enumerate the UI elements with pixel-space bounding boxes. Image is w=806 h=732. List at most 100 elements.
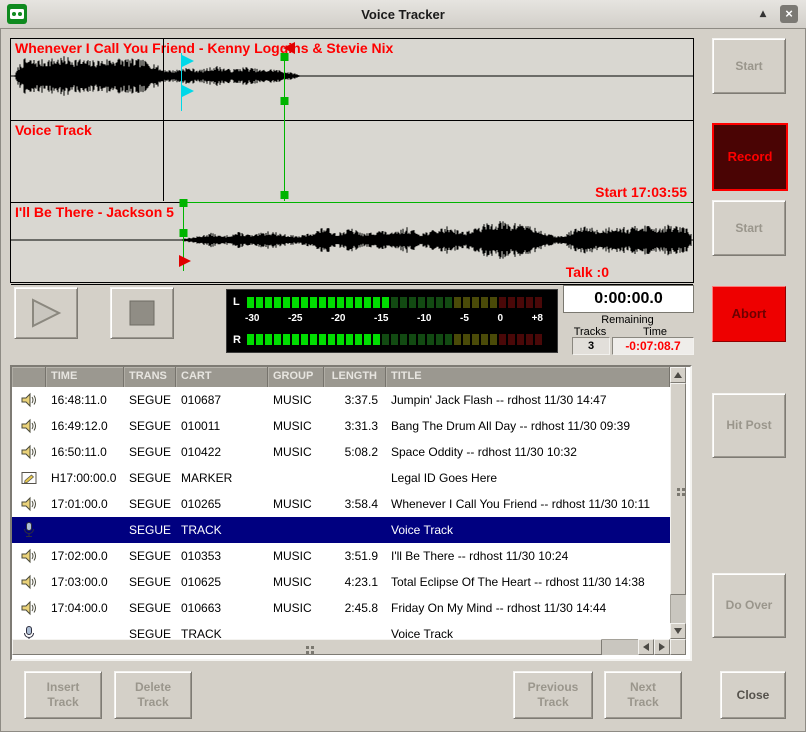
app-icon: [7, 4, 27, 24]
cell-time: 17:02:00.0: [46, 549, 124, 563]
horizontal-scroll-thumb[interactable]: [12, 639, 602, 655]
previous-track-button[interactable]: Previous Track: [513, 671, 593, 719]
cell-trans: SEGUE: [124, 445, 176, 459]
meter-scale-tick: +8: [532, 313, 543, 324]
cell-cart: 010663: [176, 601, 268, 615]
close-window-button[interactable]: ×: [780, 5, 798, 23]
hit-post-button[interactable]: Hit Post: [712, 393, 786, 458]
table-row[interactable]: H17:00:00.0SEGUEMARKERLegal ID Goes Here: [12, 465, 670, 491]
waveform-track-1[interactable]: Whenever I Call You Friend - Kenny Loggi…: [11, 39, 693, 121]
table-row[interactable]: SEGUETRACKVoice Track: [12, 517, 670, 543]
speaker-icon: [12, 417, 46, 435]
vertical-scrollbar[interactable]: [670, 367, 686, 639]
mic-icon: [12, 521, 46, 539]
do-over-button[interactable]: Do Over: [712, 573, 786, 638]
meter-scale: -30-25-20-15-10-50+8: [245, 313, 543, 324]
remaining-tracks-value: 3: [572, 337, 610, 355]
cell-cart: 010422: [176, 445, 268, 459]
cell-cart: 010265: [176, 497, 268, 511]
horizontal-scrollbar[interactable]: [12, 639, 686, 655]
scroll-left-button[interactable]: [638, 639, 654, 655]
table-row[interactable]: 17:04:00.0SEGUE010663MUSIC2:45.8Friday O…: [12, 595, 670, 621]
insert-track-button[interactable]: Insert Track: [24, 671, 102, 719]
speaker-icon: [12, 573, 46, 591]
cell-cart: 010353: [176, 549, 268, 563]
scroll-up-button[interactable]: [670, 367, 686, 383]
table-row[interactable]: 17:03:00.0SEGUE010625MUSIC4:23.1Total Ec…: [12, 569, 670, 595]
cell-title: Voice Track: [386, 627, 670, 639]
cell-trans: SEGUE: [124, 601, 176, 615]
cell-trans: SEGUE: [124, 627, 176, 639]
window-title: Voice Tracker: [0, 7, 806, 22]
table-row[interactable]: SEGUETRACKVoice Track: [12, 621, 670, 639]
cell-title: I'll Be There -- rdhost 11/30 10:24: [386, 549, 670, 563]
cell-title: Total Eclipse Of The Heart -- rdhost 11/…: [386, 575, 670, 589]
table-row[interactable]: 16:48:11.0SEGUE010687MUSIC3:37.5Jumpin' …: [12, 387, 670, 413]
close-button[interactable]: Close: [720, 671, 786, 719]
play-icon: [29, 298, 63, 328]
header-group[interactable]: GROUP: [268, 367, 324, 387]
next-track-button[interactable]: Next Track: [604, 671, 682, 719]
log-table[interactable]: TIMETRANSCARTGROUPLENGTHTITLE 16:48:11.0…: [10, 365, 692, 661]
stop-icon: [129, 300, 155, 326]
cell-group: MUSIC: [268, 549, 324, 563]
cell-group: MUSIC: [268, 393, 324, 407]
table-row[interactable]: 17:01:00.0SEGUE010265MUSIC3:58.4Whenever…: [12, 491, 670, 517]
meter-scale-tick: -10: [417, 313, 431, 324]
speaker-icon: [12, 391, 46, 409]
table-row[interactable]: 17:02:00.0SEGUE010353MUSIC3:51.9I'll Be …: [12, 543, 670, 569]
scrollbar-corner: [670, 639, 686, 655]
scroll-down-button[interactable]: [670, 623, 686, 639]
table-header[interactable]: TIMETRANSCARTGROUPLENGTHTITLE: [12, 367, 670, 387]
waveform-track-2[interactable]: Voice Track Start 17:03:55: [11, 121, 693, 203]
table-row[interactable]: 16:49:12.0SEGUE010011MUSIC3:31.3Bang The…: [12, 413, 670, 439]
cell-length: 5:08.2: [324, 445, 386, 459]
meter-left-bar: [247, 297, 542, 308]
header-title[interactable]: TITLE: [386, 367, 670, 387]
stop-button[interactable]: [110, 287, 174, 339]
remaining-title: Remaining: [563, 314, 692, 326]
header-length[interactable]: LENGTH: [324, 367, 386, 387]
vertical-scroll-thumb[interactable]: [670, 383, 686, 595]
audio-meter: L R -30-25-20-15-10-50+8: [226, 289, 558, 353]
record-button[interactable]: Record: [712, 123, 788, 191]
thumb-grip: [306, 646, 309, 649]
cell-trans: SEGUE: [124, 393, 176, 407]
elapsed-time-display: 0:00:00.0: [563, 285, 694, 313]
header-cart[interactable]: CART: [176, 367, 268, 387]
speaker-icon: [12, 495, 46, 513]
cell-length: 4:23.1: [324, 575, 386, 589]
mic-icon: [12, 625, 46, 639]
delete-track-button[interactable]: Delete Track: [114, 671, 192, 719]
cell-group: MUSIC: [268, 575, 324, 589]
play-button[interactable]: [14, 287, 78, 339]
meter-right-label: R: [233, 334, 241, 346]
cell-length: 3:51.9: [324, 549, 386, 563]
cell-trans: SEGUE: [124, 471, 176, 485]
scroll-right-button[interactable]: [654, 639, 670, 655]
waveform-panel[interactable]: Whenever I Call You Friend - Kenny Loggi…: [10, 38, 694, 283]
thumb-grip: [677, 488, 680, 491]
shade-window-button[interactable]: ▴: [754, 5, 772, 23]
cell-cart: 010687: [176, 393, 268, 407]
cell-title: Friday On My Mind -- rdhost 11/30 14:44: [386, 601, 670, 615]
titlebar[interactable]: Voice Tracker ▴ ×: [0, 0, 806, 29]
table-row[interactable]: 16:50:11.0SEGUE010422MUSIC5:08.2Space Od…: [12, 439, 670, 465]
cell-trans: SEGUE: [124, 575, 176, 589]
header-trans[interactable]: TRANS: [124, 367, 176, 387]
header-time[interactable]: TIME: [46, 367, 124, 387]
abort-button[interactable]: Abort: [712, 286, 786, 342]
track-3-title: I'll Be There - Jackson 5: [15, 204, 174, 220]
speaker-icon: [12, 443, 46, 461]
cell-cart: MARKER: [176, 471, 268, 485]
cell-group: MUSIC: [268, 419, 324, 433]
header-icon-column[interactable]: [12, 367, 46, 387]
cell-cart: TRACK: [176, 523, 268, 537]
waveform-track-3[interactable]: I'll Be There - Jackson 5 Talk :0: [11, 203, 693, 285]
start-track3-button[interactable]: Start: [712, 200, 786, 256]
speaker-icon: [12, 599, 46, 617]
track-2-title: Voice Track: [15, 122, 92, 138]
meter-scale-tick: 0: [497, 313, 503, 324]
cell-title: Voice Track: [386, 523, 670, 537]
start-track1-button[interactable]: Start: [712, 38, 786, 94]
